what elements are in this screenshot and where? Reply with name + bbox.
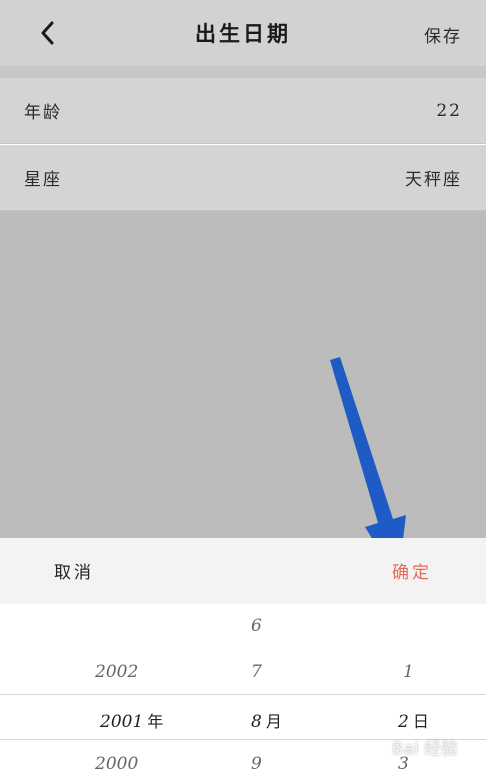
month-option[interactable]: 9 — [251, 754, 262, 774]
save-button[interactable]: 保存 — [424, 22, 462, 47]
month-unit: 月 — [265, 712, 282, 731]
year-option[interactable]: 2000 — [95, 754, 138, 774]
zodiac-value: 天秤座 — [405, 170, 462, 190]
month-selected[interactable]: 8月 — [251, 708, 282, 732]
age-label: 年龄 — [24, 103, 62, 123]
watermark-text: Bai 经验 — [391, 739, 458, 759]
chevron-left-icon — [41, 21, 54, 45]
year-option[interactable]: 2002 — [95, 662, 138, 682]
year-selected-value: 2001 — [100, 712, 144, 732]
month-option[interactable]: 6 — [251, 616, 262, 636]
header-divider — [0, 66, 486, 78]
back-button[interactable] — [34, 18, 62, 48]
year-selected[interactable]: 2001 年 — [100, 708, 163, 732]
zodiac-label: 星座 — [24, 170, 62, 190]
cancel-button[interactable]: 取消 — [54, 558, 94, 583]
page-title: 出生日期 — [195, 21, 291, 46]
zodiac-row[interactable]: 星座 天秤座 — [0, 145, 486, 211]
day-selected-value: 2 — [398, 712, 409, 732]
date-picker[interactable]: 2002 2001 年 2000 6 7 8月 9 1 2日 3 Bai 经验 — [0, 604, 486, 783]
age-value: 22 — [436, 100, 462, 121]
month-option[interactable]: 7 — [251, 662, 262, 682]
year-unit: 年 — [147, 712, 164, 731]
day-selected[interactable]: 2日 — [398, 708, 429, 732]
day-unit: 日 — [412, 712, 429, 731]
picker-toolbar: 取消 确定 — [0, 538, 486, 604]
day-option[interactable]: 1 — [403, 662, 414, 682]
selection-line-top — [0, 694, 486, 695]
confirm-button[interactable]: 确定 — [392, 558, 432, 583]
month-selected-value: 8 — [251, 712, 262, 732]
age-row[interactable]: 年龄 22 — [0, 78, 486, 144]
top-bar: 出生日期 保存 — [0, 0, 486, 66]
